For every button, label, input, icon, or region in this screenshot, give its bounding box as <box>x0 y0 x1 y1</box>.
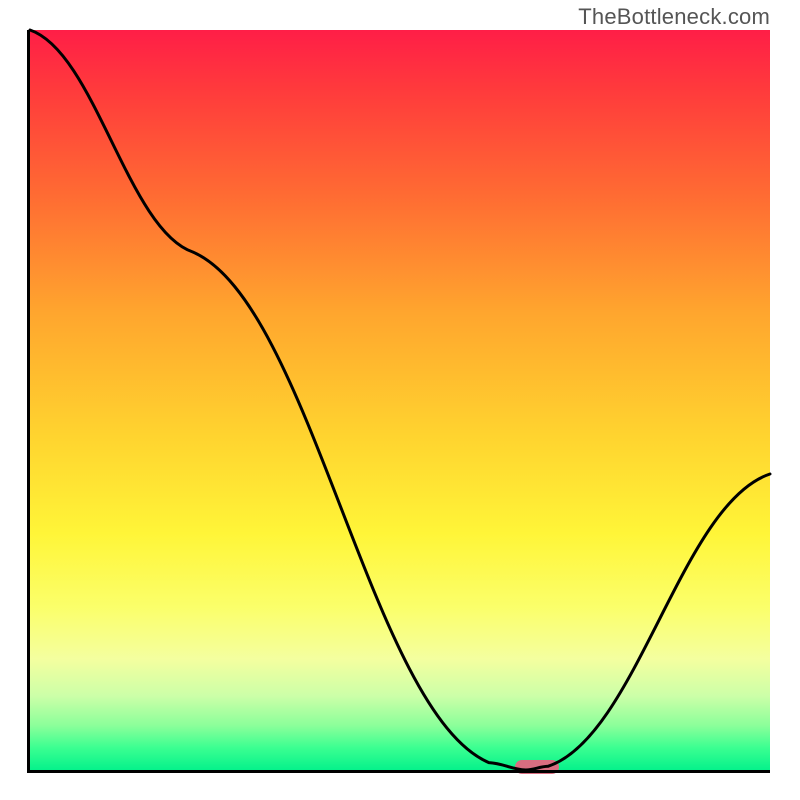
axis-bottom <box>27 770 770 773</box>
bottleneck-curve <box>30 30 770 770</box>
axis-left <box>27 30 30 773</box>
chart-container: TheBottleneck.com <box>0 0 800 800</box>
chart-svg <box>0 0 800 800</box>
